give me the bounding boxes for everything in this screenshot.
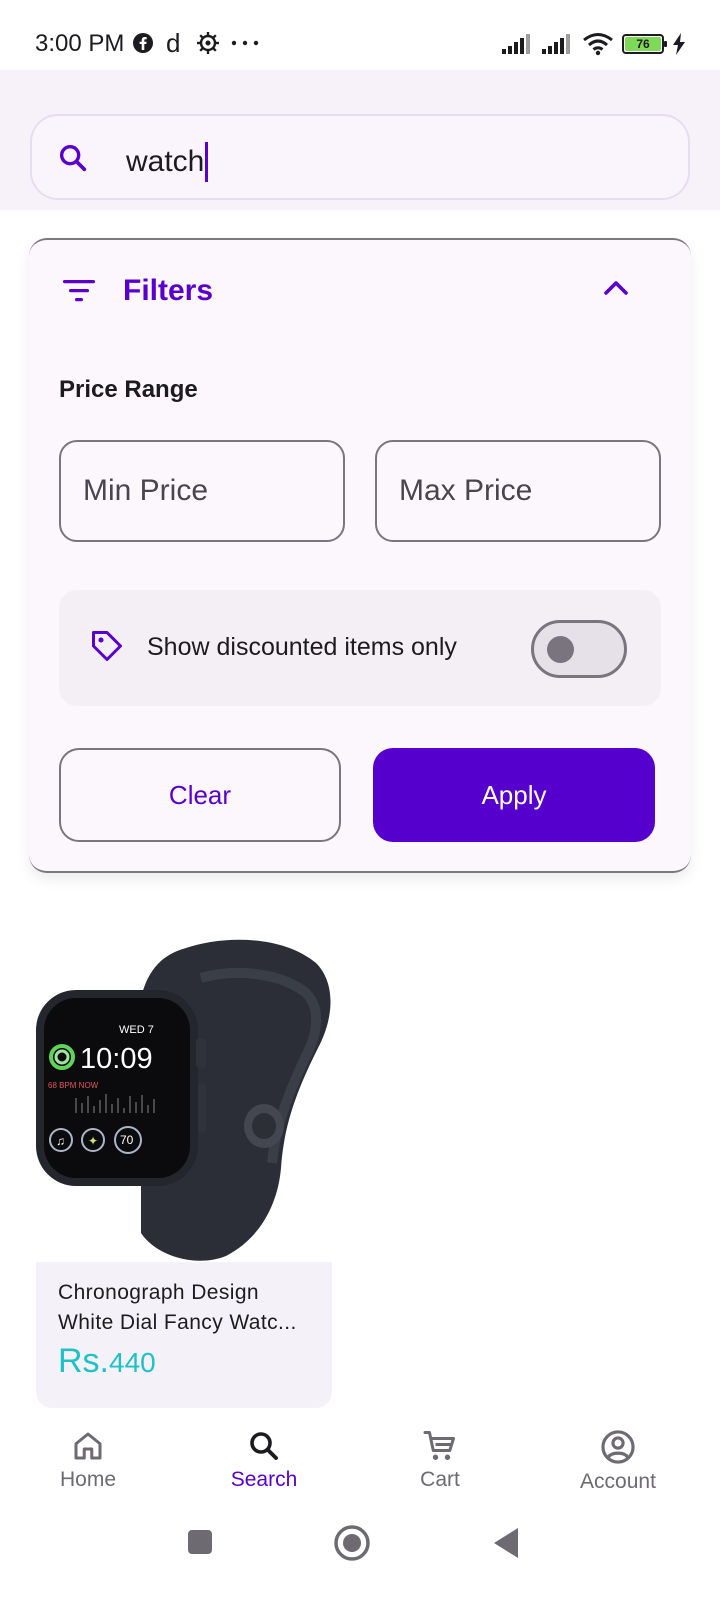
price-amount: 440 — [109, 1347, 156, 1378]
nav-search[interactable]: Search — [194, 1428, 334, 1492]
product-image[interactable]: WED 7 10:09 68 BPM NOW ♫ ✦ 70 — [36, 938, 332, 1262]
clear-button[interactable]: Clear — [59, 748, 341, 842]
recents-button[interactable] — [186, 1528, 214, 1556]
back-button[interactable] — [492, 1526, 520, 1560]
tag-icon — [92, 631, 122, 661]
cart-icon — [423, 1431, 455, 1460]
svg-text:✦: ✦ — [88, 1134, 98, 1148]
charging-bolt-icon — [673, 33, 685, 55]
bottom-navigation: Home Search Cart Account — [0, 1410, 720, 1518]
signal-icon — [502, 34, 530, 54]
min-price-input[interactable] — [59, 440, 345, 542]
discount-filter-row[interactable]: Show discounted items only — [59, 590, 661, 706]
nav-account[interactable]: Account — [548, 1428, 688, 1494]
product-price: Rs. 440 — [58, 1342, 156, 1381]
price-currency: Rs. — [58, 1342, 109, 1380]
product-card[interactable]: WED 7 10:09 68 BPM NOW ♫ ✦ 70 Chronograp… — [36, 938, 332, 1408]
filters-title: Filters — [123, 274, 214, 307]
home-button[interactable] — [333, 1524, 371, 1562]
signal-icon — [542, 34, 570, 54]
svg-text:d: d — [166, 30, 180, 56]
account-circle-icon — [601, 1430, 635, 1464]
nav-cart-label: Cart — [420, 1468, 460, 1491]
watch-bpm: 68 BPM NOW — [48, 1081, 99, 1090]
filters-header[interactable]: Filters — [61, 274, 213, 308]
search-icon[interactable] — [56, 141, 90, 175]
system-status-icons: 76 — [502, 32, 686, 56]
battery-icon: 76 — [622, 34, 667, 54]
watch-time: 10:09 — [80, 1043, 153, 1075]
product-name[interactable]: Chronograph Design White Dial Fancy Watc… — [58, 1278, 320, 1338]
nav-home[interactable]: Home — [18, 1428, 158, 1492]
settings-gear-icon — [197, 32, 219, 54]
watch-complication: 70 — [120, 1133, 134, 1147]
search-icon — [250, 1432, 278, 1460]
apply-button[interactable]: Apply — [373, 748, 655, 842]
search-input[interactable]: watch — [30, 114, 690, 200]
max-price-input[interactable] — [375, 440, 661, 542]
home-icon — [74, 1432, 102, 1460]
discount-filter-label: Show discounted items only — [147, 633, 457, 661]
facebook-icon — [133, 33, 153, 53]
battery-level: 76 — [625, 37, 661, 51]
nav-account-label: Account — [580, 1470, 656, 1493]
wifi-icon — [583, 33, 613, 56]
status-bar: 3:00 PM d 76 — [0, 0, 720, 70]
svg-text:♫: ♫ — [56, 1134, 65, 1148]
chevron-up-icon[interactable] — [603, 278, 629, 298]
search-bar-container: watch — [0, 70, 720, 210]
text-caret — [205, 142, 209, 182]
more-dots-icon — [231, 40, 259, 46]
watch-day: WED 7 — [119, 1024, 154, 1036]
nav-home-label: Home — [59, 1468, 117, 1491]
nav-search-label: Search — [230, 1468, 298, 1491]
status-time: 3:00 PM — [35, 30, 125, 57]
filter-list-icon — [63, 280, 95, 302]
discount-toggle[interactable] — [531, 620, 627, 678]
toggle-knob — [547, 636, 574, 663]
system-navigation-bar — [0, 1518, 720, 1600]
price-range-label: Price Range — [59, 376, 198, 403]
d-app-icon: d — [166, 30, 180, 56]
notification-icons: d — [132, 30, 260, 56]
filters-panel: Filters Price Range Show discounted item… — [29, 238, 691, 873]
nav-cart[interactable]: Cart — [370, 1428, 510, 1492]
search-query[interactable]: watch — [126, 145, 204, 179]
smartwatch-image: WED 7 10:09 68 BPM NOW ♫ ✦ 70 — [36, 939, 331, 1261]
